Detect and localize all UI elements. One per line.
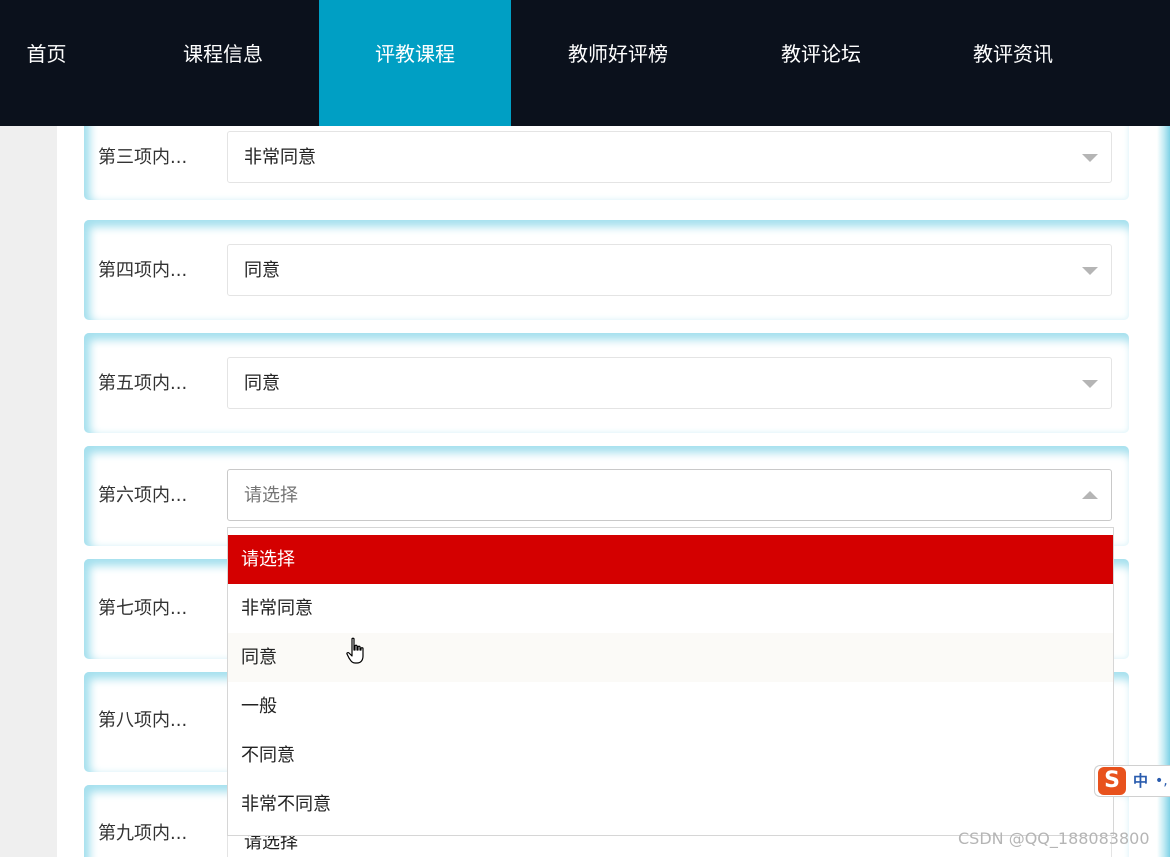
watermark: CSDN @QQ_188083800 <box>958 829 1150 848</box>
nav-item-course-info[interactable]: 课程信息 <box>127 0 319 126</box>
form-row-label: 第七项内... <box>98 598 188 619</box>
form-row-label: 第四项内... <box>98 260 188 281</box>
form-row-item-3: 第三项内... 非常同意 <box>84 126 1129 200</box>
rating-select-item-4[interactable]: 同意 <box>227 244 1112 296</box>
ime-punctuation[interactable]: •, <box>1155 766 1168 796</box>
form-row-item-4: 第四项内... 同意 <box>84 220 1129 320</box>
nav-item-forum[interactable]: 教评论坛 <box>725 0 917 126</box>
nav-item-home[interactable]: 首页 <box>0 0 93 126</box>
ime-language[interactable]: 中 <box>1133 766 1148 796</box>
nav-item-teacher-ranking[interactable]: 教师好评榜 <box>522 0 714 126</box>
chevron-down-icon <box>1082 154 1098 162</box>
select-value: 请选择 <box>244 485 298 506</box>
form-row-label: 第五项内... <box>98 373 188 394</box>
select-value: 非常同意 <box>244 147 316 168</box>
nav-item-news[interactable]: 教评资讯 <box>917 0 1109 126</box>
ime-logo-icon: S <box>1098 767 1126 795</box>
form-row-label: 第八项内... <box>98 710 188 731</box>
ime-toolbar[interactable]: S 中 •, <box>1094 765 1170 797</box>
nav-item-evaluate-course[interactable]: 评教课程 <box>319 0 511 126</box>
chevron-up-icon <box>1082 491 1098 499</box>
select-value: 同意 <box>244 260 280 281</box>
dropdown-option[interactable]: 非常同意 <box>228 584 1113 633</box>
chevron-down-icon <box>1082 267 1098 275</box>
chevron-down-icon <box>1082 380 1098 388</box>
rating-select-item-3[interactable]: 非常同意 <box>227 131 1112 183</box>
scroll-edge <box>1157 126 1170 857</box>
top-nav: 首页 课程信息 评教课程 教师好评榜 教评论坛 教评资讯 <box>0 0 1170 126</box>
rating-select-item-5[interactable]: 同意 <box>227 357 1112 409</box>
dropdown-option[interactable]: 非常不同意 <box>228 780 1113 829</box>
form-row-label: 第三项内... <box>98 147 188 168</box>
dropdown-option[interactable]: 一般 <box>228 682 1113 731</box>
dropdown-option[interactable]: 不同意 <box>228 731 1113 780</box>
form-row-label: 第九项内... <box>98 823 188 844</box>
form-row-item-5: 第五项内... 同意 <box>84 333 1129 433</box>
select-value: 同意 <box>244 373 280 394</box>
form-row-label: 第六项内... <box>98 485 188 506</box>
hand-pointer-icon <box>346 637 364 664</box>
rating-dropdown-list: 请选择 非常同意 同意 一般 不同意 非常不同意 <box>227 527 1114 836</box>
dropdown-option[interactable]: 请选择 <box>228 535 1113 584</box>
rating-select-item-6[interactable]: 请选择 <box>227 469 1112 521</box>
